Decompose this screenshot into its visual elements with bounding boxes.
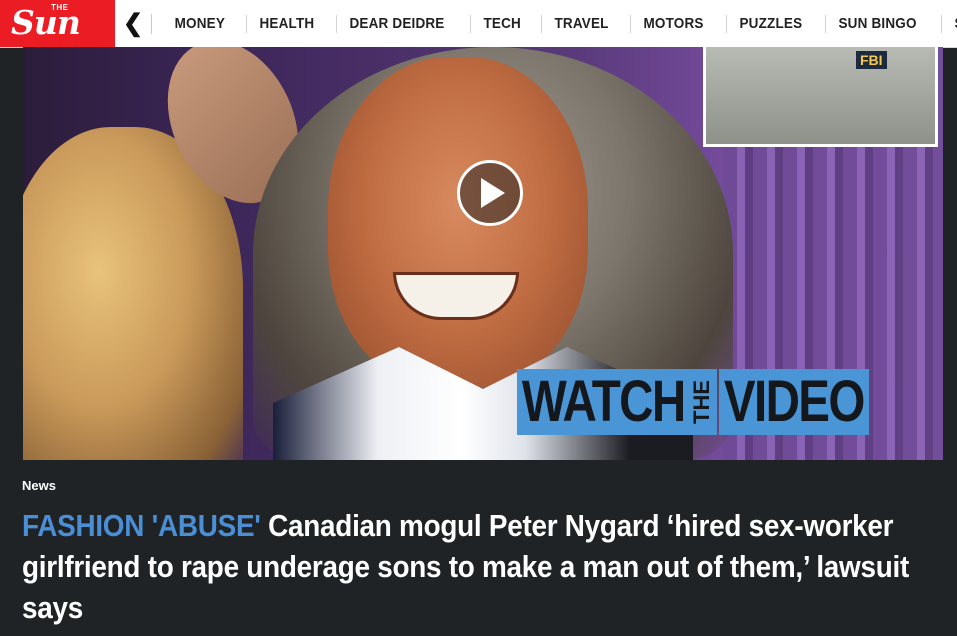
logo-wordmark: Sun [11, 3, 81, 42]
nav-item-motors[interactable]: MOTORS [630, 14, 716, 33]
nav-menu: MONEY HEALTH DEAR DEIDRE TECH TRAVEL MOT… [162, 14, 957, 33]
sun-logo[interactable]: Sun THE [0, 0, 115, 47]
watch-the-video-overlay: WATCH THE VIDEO [517, 369, 902, 435]
section-kicker[interactable]: News [22, 478, 56, 493]
subject-face [328, 57, 588, 387]
article-headline[interactable]: FASHION 'ABUSE' Canadian mogul Peter Nyg… [22, 505, 952, 628]
chevron-left-icon[interactable]: ❮ [115, 0, 151, 47]
nav-item-tech[interactable]: TECH [470, 14, 534, 33]
inset-image: FBI [703, 47, 938, 147]
nav-divider [151, 13, 156, 34]
overlay-word-watch: WATCH [517, 369, 690, 435]
nav-item-sun-vouchers[interactable]: SUN VOUCI [940, 14, 957, 33]
nav-item-travel[interactable]: TRAVEL [541, 14, 621, 33]
overlay-word-the: THE [687, 369, 718, 435]
play-button[interactable] [457, 160, 523, 226]
nav-item-dear-deidre[interactable]: DEAR DEIDRE [335, 14, 457, 33]
nav-item-sun-bingo[interactable]: SUN BINGO [824, 14, 929, 33]
nav-item-puzzles[interactable]: PUZZLES [725, 14, 815, 33]
play-icon [481, 178, 505, 208]
top-navigation: Sun THE ❮ MONEY HEALTH DEAR DEIDRE TECH … [0, 0, 957, 48]
nav-item-health[interactable]: HEALTH [246, 14, 327, 33]
headline-flag: FASHION 'ABUSE' [22, 508, 261, 543]
nav-item-money[interactable]: MONEY [162, 15, 238, 33]
inset-fbi-label: FBI [856, 51, 887, 69]
hero-video-thumbnail[interactable]: FBI WATCH THE VIDEO [23, 47, 943, 460]
logo-the-label: THE [51, 3, 69, 12]
overlay-word-video: VIDEO [719, 369, 869, 435]
